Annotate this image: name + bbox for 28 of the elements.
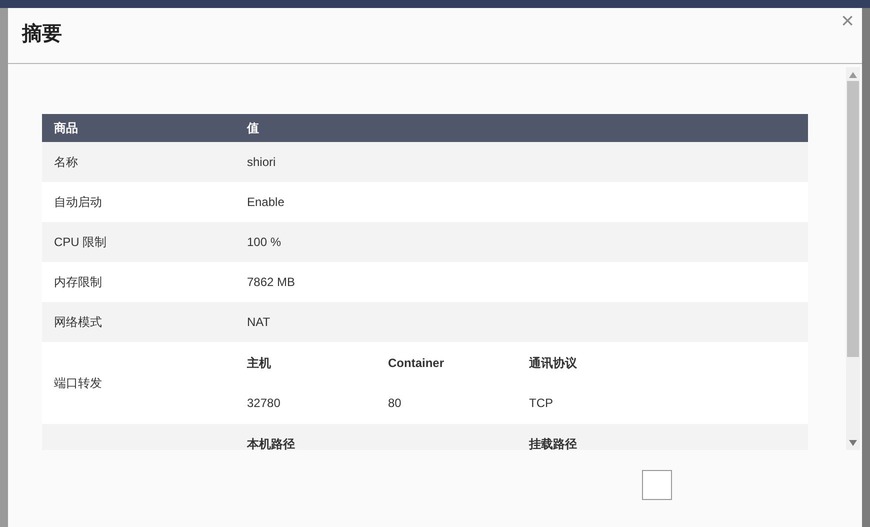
column-header: 通讯协议	[529, 355, 578, 372]
table-cell-text: 100 %	[247, 234, 282, 251]
column-header: Container	[388, 355, 446, 372]
table-cell-text: NAT	[247, 314, 270, 331]
column-header: 本机路径	[247, 436, 296, 450]
footer-button[interactable]	[642, 470, 672, 500]
scroll-down-icon[interactable]	[849, 440, 857, 446]
table-cell-text: 名称	[53, 154, 79, 171]
scroll-thumb[interactable]	[847, 81, 859, 357]
scrollbar[interactable]	[846, 67, 860, 450]
table-cell-text: 自动启动	[53, 194, 103, 211]
table-cell-text: 端口转发	[53, 375, 103, 392]
column-header: 主机	[247, 355, 272, 372]
column-header: 商品	[53, 120, 79, 137]
column-header: 挂载路径	[529, 436, 577, 450]
table-cell-text: 内存限制	[53, 274, 103, 291]
table-cell-text: TCP	[529, 395, 554, 412]
table-cell-text: 网络模式	[53, 314, 103, 331]
table-cell-text: 7862 MB	[247, 274, 296, 291]
table-cell-text: shiori	[247, 154, 276, 171]
dialog-title: 摘要	[22, 22, 62, 46]
scroll-up-icon[interactable]	[849, 72, 857, 78]
table-cell-text: Enable	[247, 194, 284, 211]
column-header: 值	[247, 120, 259, 137]
table-cell-text: 32780	[247, 395, 282, 412]
close-button[interactable]: ×	[841, 10, 854, 32]
table-cell-text: CPU 限制	[53, 234, 108, 251]
table-cell-text: 80	[388, 395, 402, 412]
